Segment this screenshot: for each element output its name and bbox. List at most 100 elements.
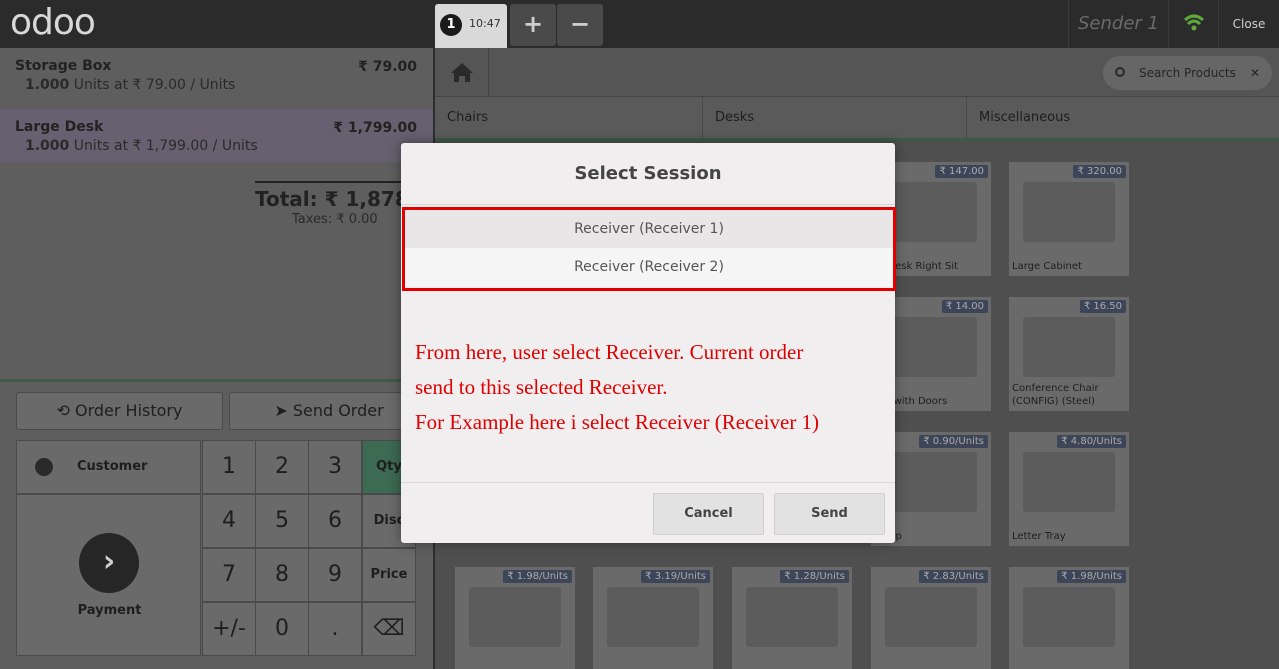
payment-button[interactable]: › Payment (16, 494, 201, 656)
popup-title: Select Session (401, 143, 895, 205)
product-price-tag: ₹ 4.80/Units (1057, 435, 1126, 448)
send-button[interactable]: Send (774, 493, 885, 535)
product-price-tag: ₹ 1.28/Units (780, 570, 849, 583)
product-card[interactable]: ₹ 2.83/Units (870, 566, 992, 669)
category-bar: Chairs Desks Miscellaneous (435, 97, 1279, 141)
mode-price-button[interactable]: Price (362, 548, 416, 602)
product-card[interactable]: ₹ 320.00 Large Cabinet (1008, 161, 1130, 277)
session-name: Sender 1 (1068, 0, 1168, 48)
numpad-key-8[interactable]: 8 (255, 548, 309, 602)
order-summary: Total: ₹ 1,878.0 Taxes: ₹ 0.00 (255, 181, 431, 227)
top-bar: odoo 1 10:47 + − Sender 1 Close (0, 0, 1279, 48)
search-icon (1115, 67, 1125, 77)
session-option-receiver-2[interactable]: Receiver (Receiver 2) (405, 248, 893, 286)
clear-search-icon[interactable]: ✕ (1250, 56, 1260, 90)
order-total: Total: ₹ 1,878.0 (255, 187, 431, 211)
order-time: 10:47 (469, 17, 501, 30)
session-list-highlight: Receiver (Receiver 1) Receiver (Receiver… (402, 207, 896, 291)
order-number-badge: 1 (440, 14, 462, 36)
search-placeholder: Search Products (1139, 66, 1236, 80)
numpad-key-3[interactable]: 3 (308, 440, 362, 494)
customer-button[interactable]: Customer (16, 440, 201, 494)
product-price-tag: ₹ 14.00 (941, 300, 988, 313)
search-input[interactable]: Search Products ✕ (1103, 56, 1272, 90)
orderline-info: 1.000 Units at ₹ 79.00 / Units (25, 77, 418, 93)
orderline-selected[interactable]: Large Desk ₹ 1,799.00 1.000 Units at ₹ 1… (0, 109, 433, 162)
product-price-tag: ₹ 0.90/Units (919, 435, 988, 448)
backspace-icon[interactable]: ⌫ (362, 602, 416, 656)
product-name: Large Cabinet (1012, 261, 1082, 272)
numpad-key-1[interactable]: 1 (202, 440, 256, 494)
orderline-info: 1.000 Units at ₹ 1,799.00 / Units (25, 138, 418, 154)
numpad-key-9[interactable]: 9 (308, 548, 362, 602)
product-image (469, 587, 561, 647)
category-miscellaneous[interactable]: Miscellaneous (967, 97, 1279, 139)
order-history-label: Order History (75, 401, 183, 420)
send-order-button[interactable]: ➤ Send Order (229, 392, 429, 430)
numpad-key-2[interactable]: 2 (255, 440, 309, 494)
product-image (885, 587, 977, 647)
orderline-price: ₹ 1,799.00 (333, 120, 417, 136)
annotation-note: From here, user select Receiver. Current… (415, 335, 885, 440)
order-history-button[interactable]: ⟲ Order History (16, 392, 223, 430)
product-card[interactable]: ₹ 4.80/Units Letter Tray (1008, 431, 1130, 547)
session-option-receiver-1[interactable]: Receiver (Receiver 1) (405, 210, 893, 248)
order-taxes: Taxes: ₹ 0.00 (292, 212, 378, 227)
product-card[interactable]: ₹ 1.98/Units (454, 566, 576, 669)
cancel-button[interactable]: Cancel (653, 493, 764, 535)
order-panel: Storage Box ₹ 79.00 1.000 Units at ₹ 79.… (0, 48, 433, 669)
product-image (885, 182, 977, 242)
product-card[interactable]: ₹ 16.50 Conference Chair (CONFIG) (Steel… (1008, 296, 1130, 412)
product-image (885, 452, 977, 512)
order-tab[interactable]: 1 10:47 (435, 4, 507, 48)
annotation-line: send to this selected Receiver. (415, 375, 668, 399)
numpad-key-4[interactable]: 4 (202, 494, 256, 548)
product-image (885, 317, 977, 377)
close-button[interactable]: Close (1218, 0, 1279, 48)
numpad-key-0[interactable]: 0 (255, 602, 309, 656)
select-session-popup: Select Session Receiver (Receiver 1) Rec… (401, 143, 896, 543)
product-name: Letter Tray (1012, 531, 1066, 542)
orderline-detail: Units at ₹ 1,799.00 / Units (69, 138, 258, 154)
numpad-sign-button[interactable]: +/- (202, 602, 256, 656)
orderline[interactable]: Storage Box ₹ 79.00 1.000 Units at ₹ 79.… (0, 48, 433, 101)
delete-order-button[interactable]: − (557, 4, 603, 46)
product-price-tag: ₹ 147.00 (935, 165, 988, 178)
product-card[interactable]: ₹ 1.28/Units (731, 566, 853, 669)
category-chairs[interactable]: Chairs (435, 97, 703, 139)
annotation-line: From here, user select Receiver. Current… (415, 340, 804, 364)
product-image (1023, 317, 1115, 377)
numpad-key-7[interactable]: 7 (202, 548, 256, 602)
product-header: Search Products ✕ (435, 48, 1279, 97)
send-order-label: Send Order (292, 401, 384, 420)
orderline-price: ₹ 79.00 (358, 59, 417, 75)
send-icon: ➤ (274, 401, 293, 420)
product-card[interactable]: ₹ 3.19/Units (592, 566, 714, 669)
product-card[interactable]: ₹ 1.98/Units (1008, 566, 1130, 669)
new-order-button[interactable]: + (510, 4, 556, 46)
product-price-tag: ₹ 1.98/Units (503, 570, 572, 583)
product-price-tag: ₹ 2.83/Units (919, 570, 988, 583)
orderline-qty: 1.000 (25, 138, 70, 154)
odoo-logo: odoo (10, 2, 96, 43)
user-icon (35, 458, 53, 476)
annotation-line: For Example here i select Receiver (Rece… (415, 410, 820, 434)
home-icon[interactable] (435, 48, 489, 97)
numpad-key-6[interactable]: 6 (308, 494, 362, 548)
product-image (1023, 452, 1115, 512)
numpad-dot-button[interactable]: . (308, 602, 362, 656)
chevron-right-icon: › (79, 533, 139, 593)
orderline-qty: 1.000 (25, 77, 70, 93)
product-image (1023, 587, 1115, 647)
control-area: ⟲ Order History ➤ Send Order Customer › … (0, 379, 433, 669)
product-image (746, 587, 838, 647)
product-price-tag: ₹ 320.00 (1073, 165, 1126, 178)
numpad-key-5[interactable]: 5 (255, 494, 309, 548)
product-image (1023, 182, 1115, 242)
category-desks[interactable]: Desks (703, 97, 967, 139)
product-price-tag: ₹ 1.98/Units (1057, 570, 1126, 583)
orderline-detail: Units at ₹ 79.00 / Units (69, 77, 236, 93)
customer-label: Customer (77, 459, 148, 474)
payment-label: Payment (77, 603, 142, 618)
wifi-icon[interactable] (1168, 0, 1218, 48)
